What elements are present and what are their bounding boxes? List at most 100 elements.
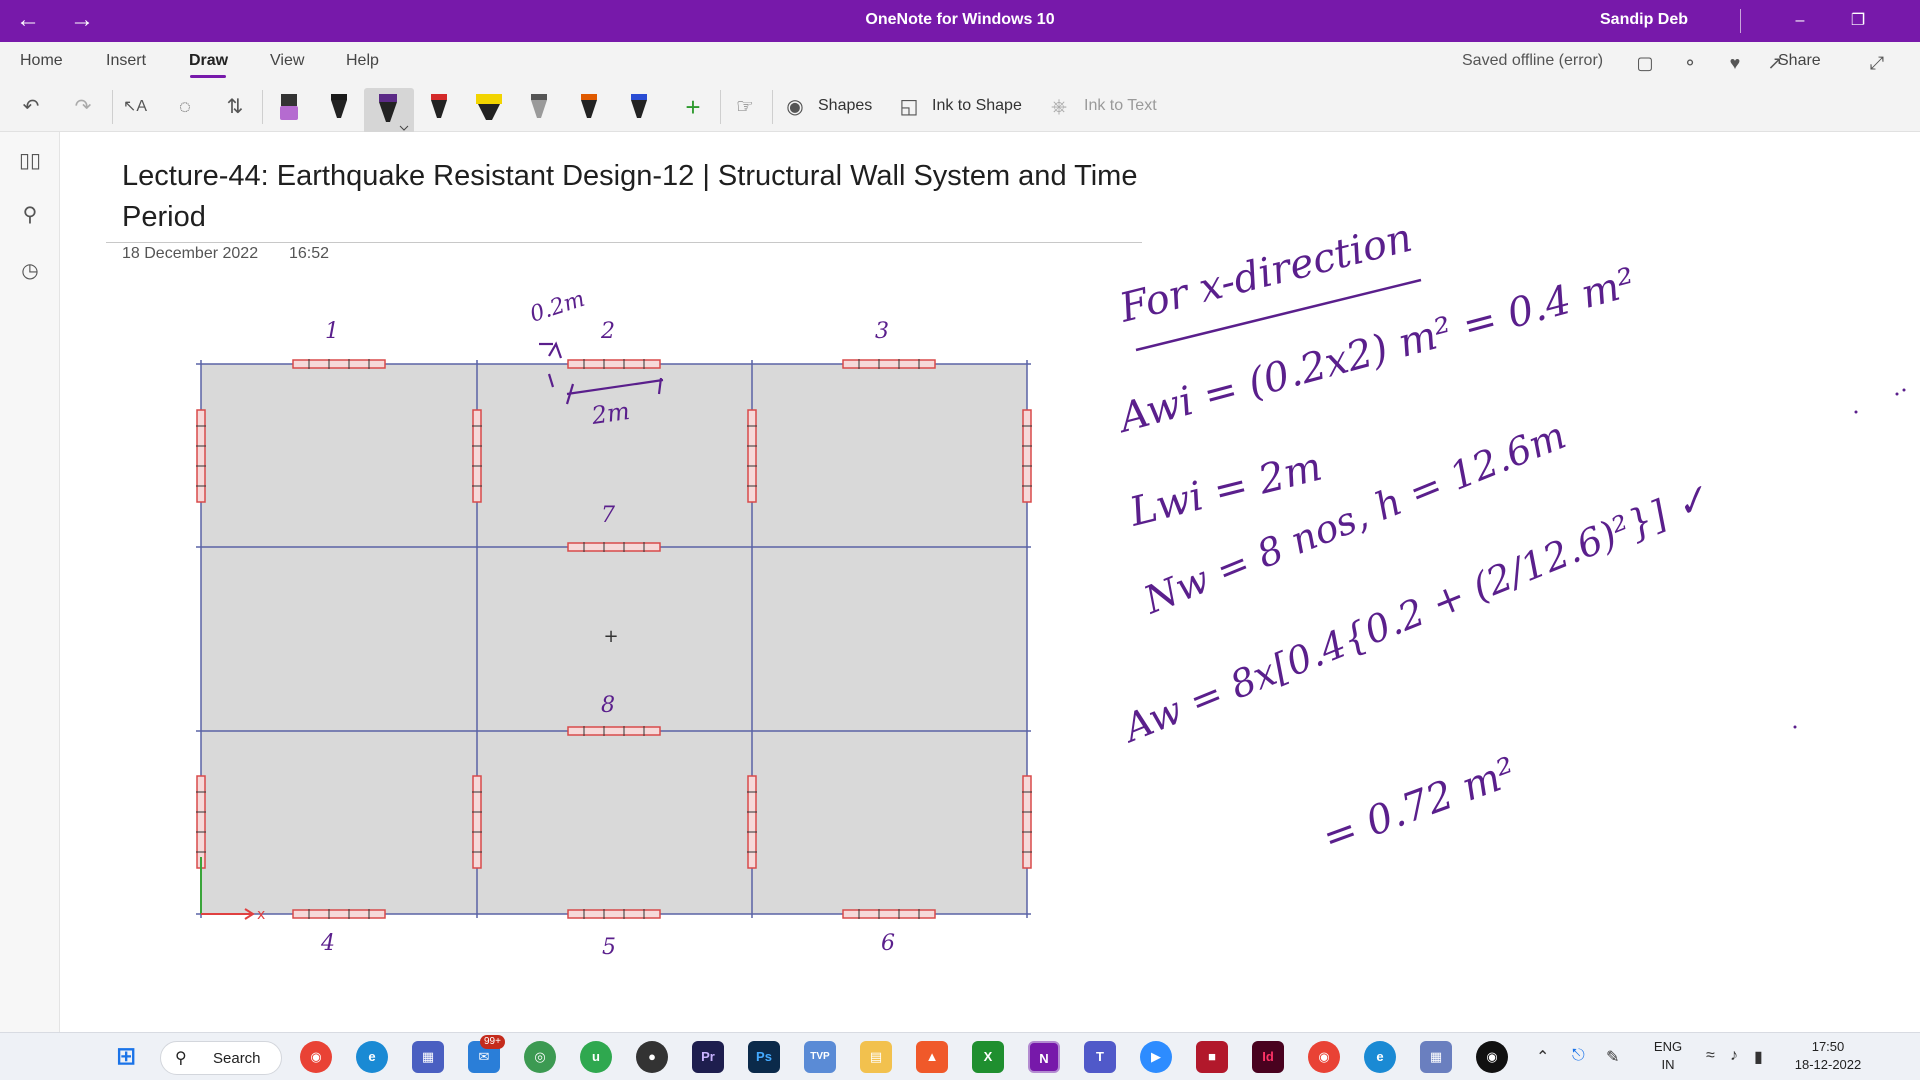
wall-label: 3	[875, 319, 889, 344]
edge-icon[interactable]: e	[356, 1041, 388, 1073]
ink-to-shape-icon[interactable]: ◱	[890, 88, 928, 126]
pen-galaxy-icon[interactable]	[570, 88, 608, 126]
note-page[interactable]: Lecture-44: Earthquake Resistant Design-…	[61, 132, 1920, 1032]
wall-label: 6	[881, 931, 895, 956]
add-space-icon[interactable]: ⇅	[216, 88, 254, 126]
saved-status[interactable]: Saved offline (error)	[1462, 52, 1603, 70]
bell-icon[interactable]: ♥	[1720, 48, 1750, 78]
indesign-icon[interactable]: Id	[1252, 1041, 1284, 1073]
pen-purple-selected-icon[interactable]	[364, 88, 414, 134]
restore-icon[interactable]: ❐	[1838, 6, 1878, 36]
toolbar-divider	[262, 90, 263, 124]
share-button[interactable]: Share	[1778, 52, 1821, 70]
tab-view[interactable]: View	[270, 52, 304, 70]
handwritten-calculation: For x-direction Awi = (0.2x2) m² = 0.4 m…	[1111, 215, 1714, 862]
app-blue-icon[interactable]: ▦	[1420, 1041, 1452, 1073]
shear-wall-horizontal	[842, 359, 936, 369]
wall-label: 8	[601, 693, 615, 718]
lightbulb-icon[interactable]: ⚬	[1675, 48, 1705, 78]
shear-wall-vertical	[1022, 775, 1032, 869]
chrome-profile-icon[interactable]: ◉	[1308, 1041, 1340, 1073]
file-explorer-icon[interactable]: ▤	[860, 1041, 892, 1073]
store-icon[interactable]: ▦	[412, 1041, 444, 1073]
user-name[interactable]: Sandip Deb	[1600, 11, 1688, 29]
wall-body	[196, 409, 206, 503]
zoom-icon[interactable]: ▶	[1140, 1041, 1172, 1073]
tab-home[interactable]: Home	[20, 52, 63, 70]
chrome-icon[interactable]: ◉	[300, 1041, 332, 1073]
wall-body	[567, 909, 661, 919]
floor-plan: + x	[196, 359, 1032, 923]
shear-wall-vertical	[472, 775, 482, 869]
pen-lavender-icon[interactable]	[270, 88, 308, 126]
shear-wall-vertical	[196, 775, 206, 869]
onenote-icon[interactable]: N	[1028, 1041, 1060, 1073]
pencil-icon[interactable]	[520, 88, 558, 126]
notebook-icon[interactable]: ▢	[1630, 48, 1660, 78]
ink-to-shape-button[interactable]: Ink to Shape	[932, 97, 1022, 115]
toolbar-divider	[720, 90, 721, 124]
wall-body	[292, 909, 386, 919]
photoshop-icon[interactable]: Ps	[748, 1041, 780, 1073]
pen-blue-icon[interactable]	[620, 88, 658, 126]
notebooks-icon[interactable]: ▯▯	[15, 146, 45, 176]
volume-icon[interactable]: ♪	[1730, 1047, 1738, 1065]
shear-wall-vertical	[1022, 409, 1032, 503]
battery-icon[interactable]: ▮	[1754, 1047, 1763, 1067]
obs-icon[interactable]: ●	[636, 1041, 668, 1073]
maps-icon[interactable]: ◎	[524, 1041, 556, 1073]
taskbar-search[interactable]: ⚲ Search	[160, 1041, 282, 1075]
undo-icon[interactable]: ↶	[12, 88, 50, 126]
x-axis-label: x	[257, 907, 265, 923]
upwork-icon[interactable]: u	[580, 1041, 612, 1073]
app-red-icon[interactable]: ■	[1196, 1041, 1228, 1073]
language-bottom[interactable]: IN	[1648, 1057, 1688, 1072]
edge-dev-icon[interactable]: e	[1364, 1041, 1396, 1073]
wall-body	[196, 775, 206, 869]
expand-icon[interactable]: ⤢	[1862, 48, 1892, 78]
wall-label: 1	[325, 319, 339, 344]
ink-to-text-button[interactable]: Ink to Text	[1084, 97, 1157, 115]
tab-draw[interactable]: Draw	[189, 52, 228, 70]
type-select-icon[interactable]: ↖A	[116, 88, 154, 126]
toolbar-divider	[112, 90, 113, 124]
wall-label: 5	[602, 935, 616, 960]
tab-insert[interactable]: Insert	[106, 52, 146, 70]
shear-wall-horizontal	[292, 909, 386, 919]
ink-replay-icon[interactable]: ☞	[726, 88, 764, 126]
center-marker: +	[603, 626, 618, 647]
teams-icon[interactable]: T	[1084, 1041, 1116, 1073]
shapes-button[interactable]: Shapes	[818, 97, 872, 115]
language-top[interactable]: ENG	[1648, 1039, 1688, 1054]
clock-time[interactable]: 17:50	[1790, 1039, 1866, 1054]
highlighter-yellow-icon[interactable]	[470, 88, 508, 126]
add-pen-icon[interactable]: +	[674, 88, 712, 126]
brave-icon[interactable]: ▲	[916, 1041, 948, 1073]
wall-label: 2	[600, 319, 615, 344]
app-dark-icon[interactable]: ◉	[1476, 1041, 1508, 1073]
stray-ink-dots	[1793, 388, 1906, 729]
microphone-icon[interactable]: ⎋	[1572, 1047, 1585, 1065]
wall-body	[747, 409, 757, 503]
clock-date[interactable]: 18-12-2022	[1790, 1057, 1866, 1072]
search-icon[interactable]: ⚲	[15, 200, 45, 230]
tab-help[interactable]: Help	[346, 52, 379, 70]
xbox-icon[interactable]: X	[972, 1041, 1004, 1073]
search-icon: ⚲	[175, 1050, 187, 1067]
recent-clock-icon[interactable]: ◷	[15, 256, 45, 286]
pen-tray-icon[interactable]: ✎	[1606, 1047, 1619, 1067]
active-tab-indicator	[190, 75, 226, 78]
tvp-icon[interactable]: TVP	[804, 1041, 836, 1073]
premiere-icon[interactable]: Pr	[692, 1041, 724, 1073]
drawing-canvas[interactable]: + x 1 2 3 4 5 6 7 8 0.2m 2m For x-direct…	[61, 132, 1920, 1032]
pen-black-icon[interactable]	[320, 88, 358, 126]
redo-icon[interactable]: ↷	[64, 88, 102, 126]
chevron-up-icon[interactable]: ⌃	[1536, 1047, 1549, 1067]
pen-red-icon[interactable]	[420, 88, 458, 126]
mail-badge: 99+	[480, 1035, 505, 1049]
minimize-icon[interactable]: –	[1780, 6, 1820, 36]
lasso-select-icon[interactable]: ◌	[166, 88, 204, 126]
wifi-icon[interactable]: ≈	[1706, 1047, 1715, 1065]
shapes-icon[interactable]: ◉	[776, 88, 814, 126]
windows-start-icon[interactable]: ⊞	[110, 1041, 142, 1073]
